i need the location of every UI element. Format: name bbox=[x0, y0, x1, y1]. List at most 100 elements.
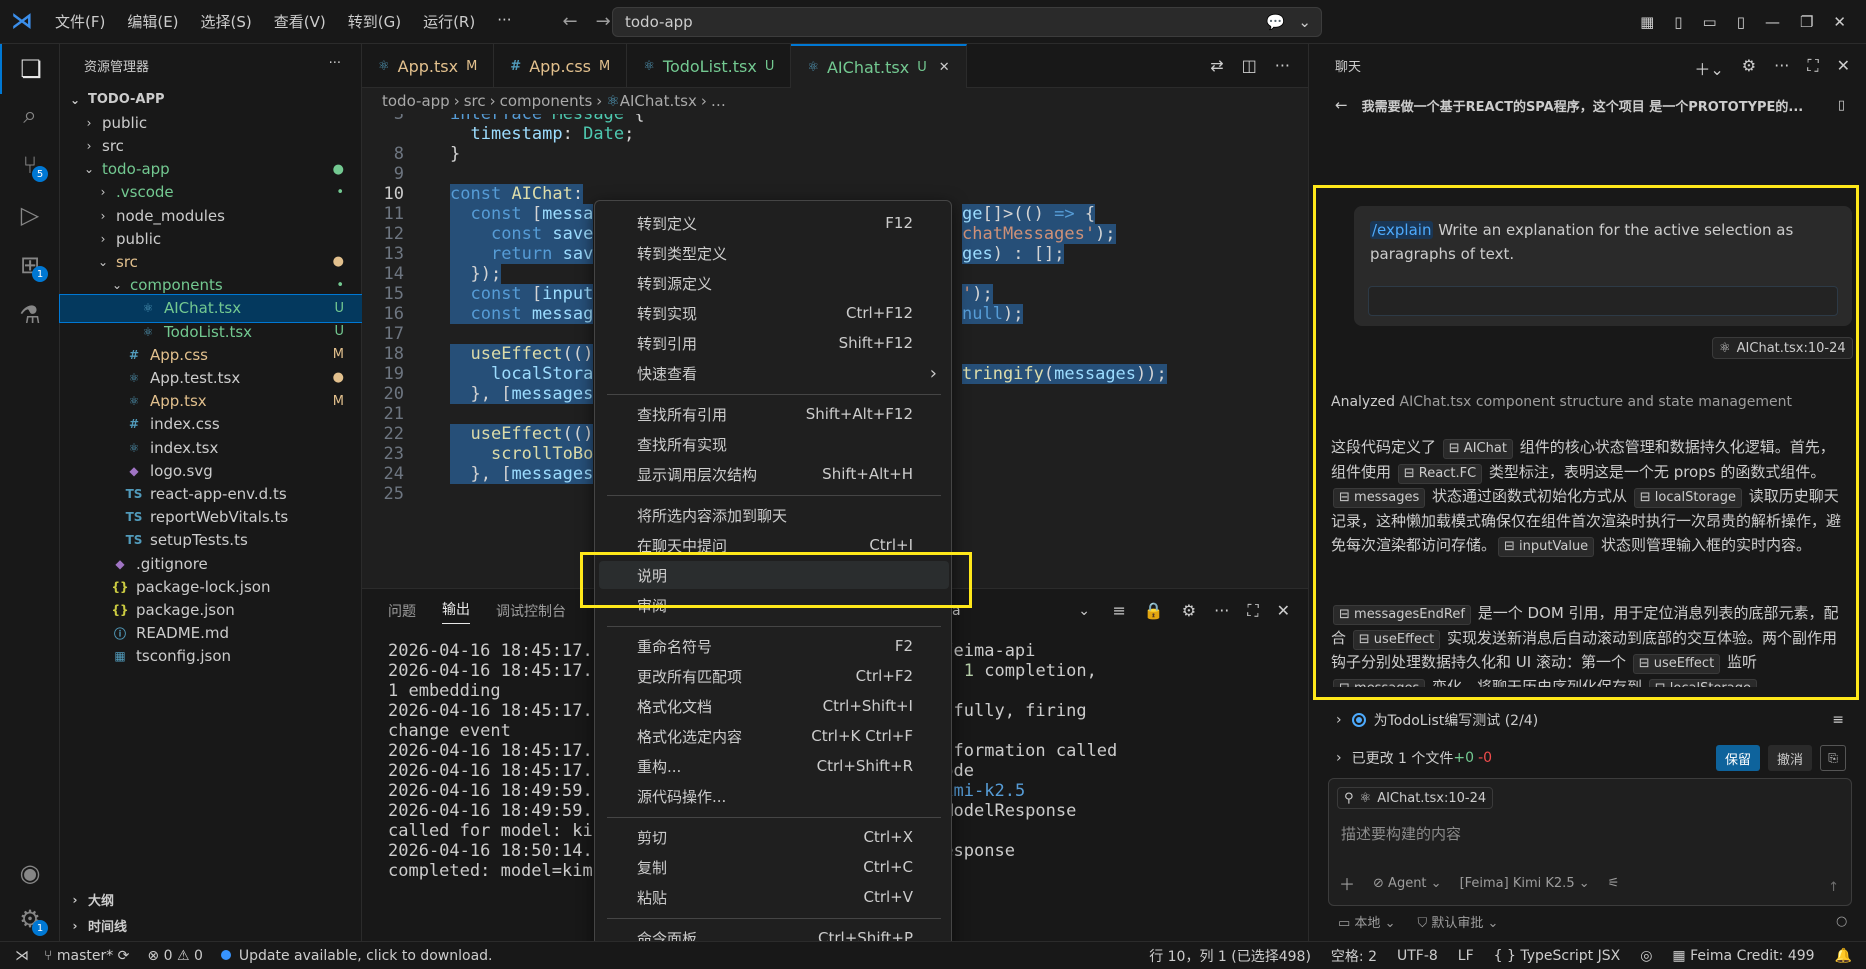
toggle-panel-icon[interactable]: ▭ bbox=[1703, 13, 1717, 31]
menu-item-7[interactable]: 查找所有引用 Shift+Alt+F12 bbox=[599, 400, 949, 428]
more-actions-icon[interactable]: ··· bbox=[329, 56, 341, 71]
approval-picker[interactable]: ⛉ 默认审批 ⌄ bbox=[1417, 912, 1498, 931]
menu-item-4[interactable]: 转到引用 Shift+F12 bbox=[599, 329, 949, 357]
editor-tab[interactable]: # App.css M bbox=[494, 44, 628, 88]
close-icon[interactable]: ✕ bbox=[1837, 56, 1850, 80]
menu-item-20[interactable]: 重构... Ctrl+Shift+R bbox=[599, 752, 949, 780]
menu-item-24[interactable]: 复制 Ctrl+C bbox=[599, 853, 949, 881]
panel-tab[interactable]: 问题 bbox=[388, 601, 416, 621]
menu-item-2[interactable]: 转到源定义 bbox=[599, 269, 949, 297]
run-debug-icon[interactable]: ▷ bbox=[0, 190, 60, 240]
source-control-icon[interactable]: ⑂ 5 bbox=[0, 140, 60, 190]
menu-item[interactable]: 查看(V) bbox=[263, 11, 337, 32]
clear-output-icon[interactable]: ≡ bbox=[1112, 601, 1125, 621]
status-circle-icon[interactable]: ○ bbox=[1836, 914, 1847, 929]
breadcrumb-item[interactable]: todo-app bbox=[382, 92, 450, 110]
add-context-icon[interactable]: ＋ bbox=[1339, 871, 1355, 895]
maximize-icon[interactable]: ⛶ bbox=[1807, 56, 1818, 80]
maximize-panel-icon[interactable]: ⛶ bbox=[1247, 601, 1258, 621]
branch-indicator[interactable]: ⑂ master* ⟳ bbox=[44, 948, 129, 964]
toggle-sidebar-icon[interactable]: ▯ bbox=[1674, 13, 1682, 31]
editor-tab[interactable]: ⚛ AIChat.tsx U ✕ bbox=[791, 44, 967, 88]
menu-item[interactable]: 编辑(E) bbox=[116, 11, 189, 32]
update-notice[interactable]: Update available, click to download. bbox=[220, 948, 493, 964]
breadcrumb-item[interactable]: … bbox=[711, 92, 726, 110]
settings-gear-icon[interactable]: ⚙ 1 bbox=[0, 894, 60, 944]
model-picker[interactable]: [Feima] Kimi K2.5 ⌄ bbox=[1460, 876, 1590, 891]
close-panel-icon[interactable]: ✕ bbox=[1277, 601, 1290, 621]
menu-item-19[interactable]: 格式化选定内容 Ctrl+K Ctrl+F bbox=[599, 722, 949, 750]
menu-item[interactable]: ··· bbox=[486, 11, 522, 32]
encoding[interactable]: UTF-8 bbox=[1397, 948, 1438, 964]
editor-tab[interactable]: ⚛ App.tsx M bbox=[362, 44, 495, 88]
local-session-picker[interactable]: ▭ 本地 ⌄ bbox=[1338, 912, 1395, 931]
credit-indicator[interactable]: ▦ Feima Credit: 499 bbox=[1672, 948, 1814, 964]
tree-item[interactable]: ▦ tsconfig.json bbox=[60, 643, 362, 670]
back-arrow-icon[interactable]: ← bbox=[563, 11, 578, 32]
panel-tab[interactable]: 调试控制台 bbox=[496, 601, 566, 621]
undo-button[interactable]: 撤消 bbox=[1768, 745, 1812, 771]
send-icon[interactable]: ↑ bbox=[1828, 880, 1839, 895]
todo-progress[interactable]: › 为TodoList编写测试 (2/4) ≡ bbox=[1330, 706, 1852, 734]
close-tab-icon[interactable]: ✕ bbox=[939, 60, 950, 75]
menu-item-25[interactable]: 粘贴 Ctrl+V bbox=[599, 883, 949, 911]
menu-item-9[interactable]: 显示调用层次结构 Shift+Alt+H bbox=[599, 460, 949, 488]
outline-section[interactable]: › 大纲 bbox=[60, 886, 362, 913]
tools-config-icon[interactable]: ⚟ bbox=[1608, 876, 1620, 891]
chat-icon[interactable]: 💬 bbox=[1266, 13, 1285, 31]
menu-item[interactable]: 转到(G) bbox=[337, 11, 412, 32]
chat-input-box[interactable]: ⚲ ⚛ AIChat.tsx:10-24 描述要构建的内容 ＋ ⊘ Agent ⌄ … bbox=[1328, 778, 1852, 906]
menu-item-8[interactable]: 查找所有实现 bbox=[599, 430, 949, 458]
menu-item[interactable]: 运行(R) bbox=[412, 11, 486, 32]
collapse-list-icon[interactable]: ≡ bbox=[1832, 712, 1844, 728]
menu-item-18[interactable]: 格式化文档 Ctrl+Shift+I bbox=[599, 692, 949, 720]
menu-item-0[interactable]: 转到定义 F12 bbox=[599, 209, 949, 237]
context-attachment-chip[interactable]: ⚲ ⚛ AIChat.tsx:10-24 bbox=[1337, 787, 1494, 809]
line-ending[interactable]: LF bbox=[1458, 948, 1474, 964]
indentation[interactable]: 空格: 2 bbox=[1331, 946, 1377, 966]
testing-icon[interactable]: ⚗ bbox=[0, 290, 60, 340]
layout-icon[interactable]: ▦ bbox=[1640, 13, 1654, 31]
minimize-icon[interactable]: — bbox=[1765, 13, 1780, 31]
menu-item-21[interactable]: 源代码操作... bbox=[599, 782, 949, 810]
search-icon[interactable]: ⌕ bbox=[0, 90, 60, 140]
remote-icon[interactable]: ⋊ bbox=[0, 942, 44, 969]
split-editor-icon[interactable]: ◫ bbox=[1242, 56, 1257, 75]
problems-indicator[interactable]: ⊗ 0 ⚠ 0 bbox=[147, 948, 202, 964]
breadcrumb-item[interactable]: components bbox=[500, 92, 593, 110]
chevron-down-icon[interactable]: ⌄ bbox=[1298, 13, 1311, 31]
more-actions-icon[interactable]: ··· bbox=[1214, 601, 1229, 621]
more-actions-icon[interactable]: ··· bbox=[1774, 56, 1789, 80]
gear-icon[interactable]: ⚙ bbox=[1182, 601, 1196, 621]
panel-toggle-icon[interactable]: ▯ bbox=[1838, 98, 1845, 113]
breadcrumb-item[interactable]: AIChat.tsx bbox=[620, 92, 697, 110]
panel-tab[interactable]: 输出 bbox=[442, 599, 470, 624]
language-mode[interactable]: { } TypeScript JSX bbox=[1494, 948, 1621, 964]
menu-item[interactable]: 文件(F) bbox=[44, 11, 116, 32]
gear-icon[interactable]: ⚙ bbox=[1742, 56, 1756, 80]
menu-item-3[interactable]: 转到实现 Ctrl+F12 bbox=[599, 299, 949, 327]
close-window-icon[interactable]: ✕ bbox=[1833, 13, 1846, 31]
compare-icon[interactable]: ⇄ bbox=[1210, 56, 1223, 75]
toggle-secondary-sidebar-icon[interactable]: ▯ bbox=[1737, 13, 1745, 31]
back-arrow-icon[interactable]: ← bbox=[1335, 96, 1348, 114]
breadcrumb-item[interactable]: src bbox=[464, 92, 486, 110]
lock-icon[interactable]: 🔒 bbox=[1144, 601, 1164, 621]
menu-item-23[interactable]: 剪切 Ctrl+X bbox=[599, 823, 949, 851]
timeline-section[interactable]: › 时间线 bbox=[60, 912, 362, 939]
account-icon[interactable]: ◉ bbox=[0, 848, 60, 898]
notifications-bell-icon[interactable]: 🔔 bbox=[1835, 948, 1852, 964]
new-chat-icon[interactable]: ＋⌄ bbox=[1694, 56, 1723, 80]
explorer-icon[interactable]: ❏ bbox=[0, 44, 60, 94]
menu-item-16[interactable]: 重命名符号 F2 bbox=[599, 632, 949, 660]
cursor-position[interactable]: 行 10，列 1 (已选择498) bbox=[1149, 946, 1311, 966]
menu-item-5[interactable]: 快速查看 › bbox=[599, 359, 949, 387]
copilot-icon[interactable]: ◎ bbox=[1640, 948, 1652, 964]
menu-item[interactable]: 选择(S) bbox=[190, 11, 263, 32]
agent-mode-picker[interactable]: ⊘ Agent ⌄ bbox=[1373, 876, 1442, 891]
more-actions-icon[interactable]: ··· bbox=[1275, 56, 1290, 75]
keep-button[interactable]: 保留 bbox=[1716, 745, 1760, 771]
view-diff-icon[interactable]: ⎘ bbox=[1820, 745, 1846, 771]
restore-icon[interactable]: ❐ bbox=[1800, 13, 1813, 31]
menu-item-11[interactable]: 将所选内容添加到聊天 bbox=[599, 501, 949, 529]
